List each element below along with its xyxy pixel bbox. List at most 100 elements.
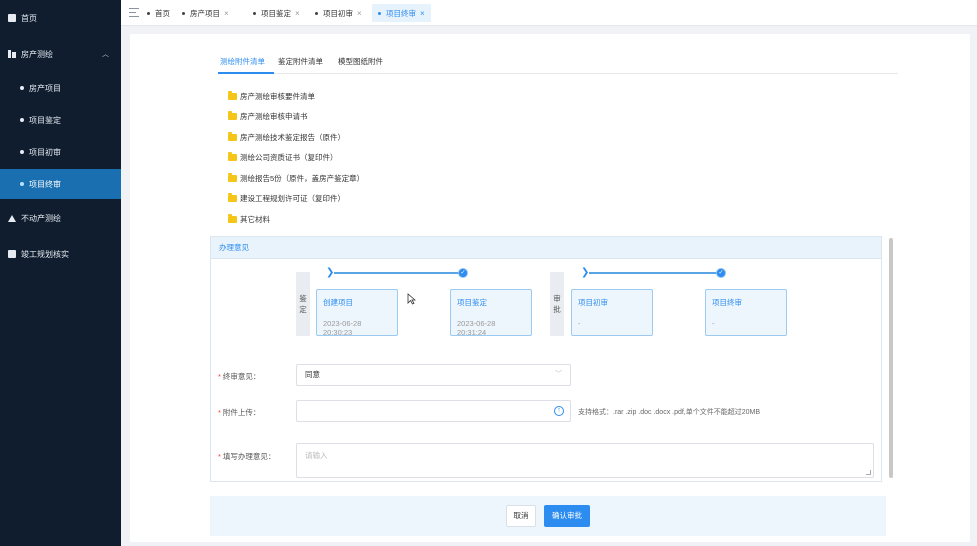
final-opinion-value: 同意 — [305, 370, 320, 379]
step-time: 2023-06-28 20:30:23 — [323, 319, 362, 337]
file-item-label: 测绘报告5份（原件，盖房产鉴定章） — [240, 173, 365, 183]
step-name: 项目鉴定 — [457, 298, 487, 307]
step-name: 项目初审 — [578, 298, 608, 307]
final-opinion-label: * 终审意见： — [218, 371, 260, 382]
final-opinion-select[interactable]: 同意 ﹀ — [296, 364, 571, 386]
file-item-label: 房产测绘技术鉴定报告（原件） — [240, 132, 345, 142]
step-initial-review: 项目初审 - — [571, 289, 653, 336]
sidebar-item-home[interactable]: 首页 — [0, 3, 121, 33]
comment-label-text: 填写办理意见： — [222, 452, 276, 461]
file-item[interactable]: 房产测绘技术鉴定报告（原件） — [228, 130, 345, 144]
file-item[interactable]: 其它材料 — [228, 212, 270, 226]
square-icon — [8, 250, 16, 258]
folder-icon — [228, 172, 237, 182]
cancel-button[interactable]: 取消 — [506, 505, 536, 527]
file-item-label: 测绘公司资质证书（复印件） — [240, 152, 338, 162]
step-name: 创建项目 — [323, 298, 353, 307]
required-mark: * — [218, 452, 221, 461]
bullet-icon — [315, 11, 318, 15]
flow-start-icon: ❯ — [581, 267, 590, 278]
sidebar-item-house-survey[interactable]: 房产测绘 ︿ — [0, 39, 121, 69]
folder-icon — [228, 110, 237, 120]
subtab-survey-attachments[interactable]: 测绘附件清单 — [220, 56, 265, 67]
sidebar-subitem-label: 项目鉴定 — [29, 115, 61, 125]
attachment-upload-field[interactable]: ↑ — [296, 400, 571, 422]
file-item-label: 房产测绘审核要件清单 — [240, 91, 315, 101]
bullet-icon — [20, 150, 24, 154]
file-item[interactable]: 测绘公司资质证书（复印件） — [228, 150, 338, 164]
opinion-panel-title: 办理意见 — [211, 237, 881, 259]
attachment-label-text: 附件上传： — [222, 408, 261, 417]
chevron-up-icon: ︿ — [102, 51, 109, 58]
close-icon[interactable]: × — [295, 9, 300, 18]
folder-icon — [228, 151, 237, 161]
sidebar-subitem-label: 项目终审 — [29, 179, 61, 189]
step-create-project: 创建项目 2023-06-28 20:30:23 — [316, 289, 398, 337]
sidebar-item-label: 房产测绘 — [21, 49, 53, 59]
file-item[interactable]: 测绘报告5份（原件，盖房产鉴定章） — [228, 171, 364, 185]
menu-collapse-icon[interactable] — [129, 8, 139, 17]
square-icon — [8, 14, 16, 22]
file-item-label: 其它材料 — [240, 214, 270, 224]
subtab-appraisal-attachments[interactable]: 鉴定附件清单 — [278, 56, 323, 67]
bullet-icon — [147, 11, 150, 15]
building-icon — [8, 50, 16, 58]
sidebar-subitem-house-project[interactable]: 房产项目 — [0, 73, 121, 103]
step-name: 项目终审 — [712, 298, 742, 307]
check-icon: ✓ — [458, 268, 468, 278]
attachment-tabs: 测绘附件清单 鉴定附件清单 模型图纸附件 — [218, 50, 898, 74]
tab-home[interactable]: 首页 — [141, 4, 176, 22]
step-time: - — [578, 319, 581, 328]
sidebar-subitem-final-review[interactable]: 项目终审 — [0, 169, 121, 199]
file-item[interactable]: 房产测绘审核要件清单 — [228, 89, 315, 103]
tab-house-project[interactable]: 房产项目 × — [176, 4, 235, 22]
tab-label: 项目鉴定 — [261, 8, 291, 18]
tab-label: 项目初审 — [323, 8, 353, 18]
bullet-icon — [182, 11, 185, 15]
bullet-icon — [253, 11, 256, 15]
sidebar-item-completion-verify[interactable]: 竣工规划核实 — [0, 239, 121, 269]
folder-icon — [228, 192, 237, 202]
close-icon[interactable]: × — [420, 9, 425, 18]
final-opinion-label-text: 终审意见： — [222, 372, 261, 381]
required-mark: * — [218, 408, 221, 417]
resize-handle[interactable] — [866, 470, 871, 475]
file-item[interactable]: 建设工程规划许可证（复印件） — [228, 191, 345, 205]
sidebar-subitem-project-appraisal[interactable]: 项目鉴定 — [0, 105, 121, 135]
folder-icon — [228, 131, 237, 141]
file-item-label: 房产测绘审核申请书 — [240, 111, 308, 121]
sidebar-subitem-label: 房产项目 — [29, 83, 61, 93]
sidebar-item-real-estate-survey[interactable]: 不动产测绘 — [0, 203, 121, 233]
attachment-label: * 附件上传： — [218, 407, 260, 418]
bullet-icon — [20, 182, 24, 186]
active-tab-indicator — [218, 72, 274, 74]
file-item-label: 建设工程规划许可证（复印件） — [240, 193, 345, 203]
upload-format-hint: 支持格式：.rar .zip .doc .docx .pdf,单个文件不能超过2… — [578, 409, 761, 416]
stage-label-approval: 审批 — [550, 272, 564, 336]
tab-label: 项目终审 — [386, 8, 416, 18]
file-item[interactable]: 房产测绘审核申请书 — [228, 109, 308, 123]
bullet-icon — [378, 11, 381, 15]
close-icon[interactable]: × — [357, 9, 362, 18]
scrollbar[interactable] — [889, 238, 893, 478]
comment-textarea[interactable]: 请输入 — [296, 443, 874, 478]
upload-icon[interactable]: ↑ — [554, 406, 564, 416]
tab-initial-review[interactable]: 项目初审 × — [309, 4, 368, 22]
flow-line — [589, 272, 719, 274]
app-root: 首页 房产测绘 ︿ 房产项目 项目鉴定 项目初审 项目终审 不动产测绘 竣工规划… — [0, 0, 977, 546]
step-project-appraisal: 项目鉴定 2023-06-28 20:31:24 — [450, 289, 532, 337]
bullet-icon — [20, 86, 24, 90]
folder-icon — [228, 90, 237, 100]
subtab-model-drawings[interactable]: 模型图纸附件 — [338, 56, 383, 67]
close-icon[interactable]: × — [224, 9, 229, 18]
comment-label: * 填写办理意见： — [218, 451, 275, 462]
sidebar-item-label: 首页 — [21, 13, 37, 23]
tab-final-review[interactable]: 项目终审 × — [372, 4, 431, 22]
confirm-approval-button[interactable]: 确认审批 — [544, 505, 590, 527]
tab-project-appraisal[interactable]: 项目鉴定 × — [247, 4, 306, 22]
comment-placeholder: 请输入 — [305, 451, 328, 460]
bullet-icon — [20, 118, 24, 122]
flow-start-icon: ❯ — [326, 267, 335, 278]
sidebar-subitem-initial-review[interactable]: 项目初审 — [0, 137, 121, 167]
folder-icon — [228, 213, 237, 223]
